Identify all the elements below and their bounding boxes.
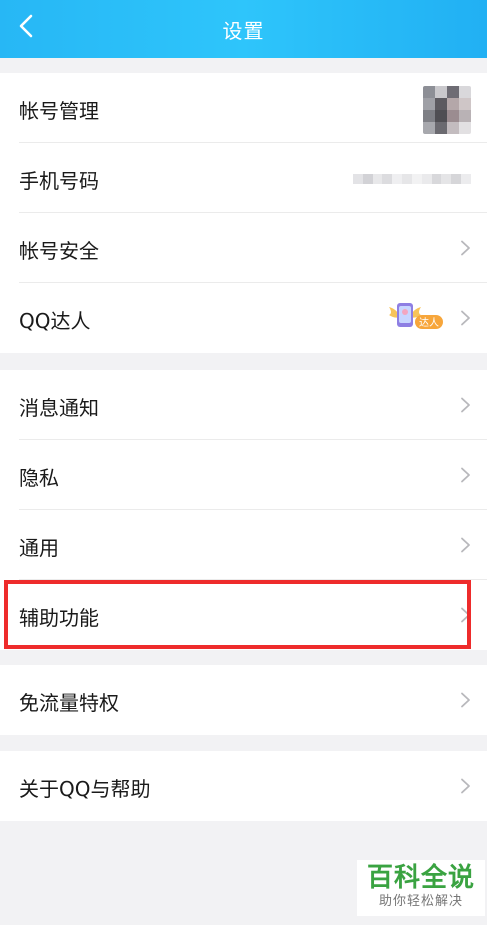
chevron-right-icon xyxy=(461,537,470,553)
settings-item-label: 隐私 xyxy=(19,466,59,490)
chevron-right-icon xyxy=(461,467,470,483)
phone-number-value xyxy=(353,174,471,184)
settings-item-accessibility[interactable]: 辅助功能 xyxy=(0,580,487,650)
page-title: 设置 xyxy=(222,19,265,43)
settings-item-account-security[interactable]: 帐号安全 xyxy=(0,213,487,283)
settings-item-label: 手机号码 xyxy=(19,169,99,193)
chevron-right-icon xyxy=(461,397,470,413)
settings-item-phone-number[interactable]: 手机号码 xyxy=(0,143,487,213)
settings-item-data-free-privilege[interactable]: 免流量特权 xyxy=(0,665,487,735)
watermark-logo: 百科全说 助你轻松解决 xyxy=(357,860,485,916)
settings-item-label: QQ达人 xyxy=(19,309,91,333)
watermark-subtitle: 助你轻松解决 xyxy=(378,894,463,909)
settings-group-about: 关于QQ与帮助 xyxy=(0,751,487,821)
settings-item-label: 关于QQ与帮助 xyxy=(19,777,151,801)
chevron-right-icon xyxy=(461,692,470,708)
settings-item-label: 消息通知 xyxy=(19,396,99,420)
avatar xyxy=(423,86,471,134)
settings-item-label: 辅助功能 xyxy=(19,606,99,630)
qq-expert-badge-icon: 达人 xyxy=(389,303,443,329)
settings-item-label: 免流量特权 xyxy=(19,691,119,715)
chevron-right-icon xyxy=(461,607,470,623)
settings-item-qq-expert[interactable]: QQ达人 达人 xyxy=(0,283,487,353)
settings-item-label: 通用 xyxy=(19,536,59,560)
chevron-right-icon xyxy=(461,240,470,256)
watermark-title: 百科全说 xyxy=(366,863,475,893)
settings-group-general: 消息通知 隐私 通用 辅助功能 xyxy=(0,370,487,650)
settings-item-label: 帐号管理 xyxy=(19,99,99,123)
badge-text: 达人 xyxy=(419,317,439,329)
settings-item-privacy[interactable]: 隐私 xyxy=(0,440,487,510)
chevron-right-icon xyxy=(461,310,470,326)
chevron-right-icon xyxy=(461,778,470,794)
settings-item-account-management[interactable]: 帐号管理 xyxy=(0,73,487,143)
settings-group-account: 帐号管理 手机号码 帐号安全 QQ达人 达人 xyxy=(0,73,487,353)
settings-item-label: 帐号安全 xyxy=(19,239,99,263)
settings-item-about-qq-help[interactable]: 关于QQ与帮助 xyxy=(0,751,487,821)
settings-item-notifications[interactable]: 消息通知 xyxy=(0,370,487,440)
title-bar: 设置 xyxy=(0,0,487,58)
settings-group-data-free: 免流量特权 xyxy=(0,665,487,735)
settings-item-general[interactable]: 通用 xyxy=(0,510,487,580)
